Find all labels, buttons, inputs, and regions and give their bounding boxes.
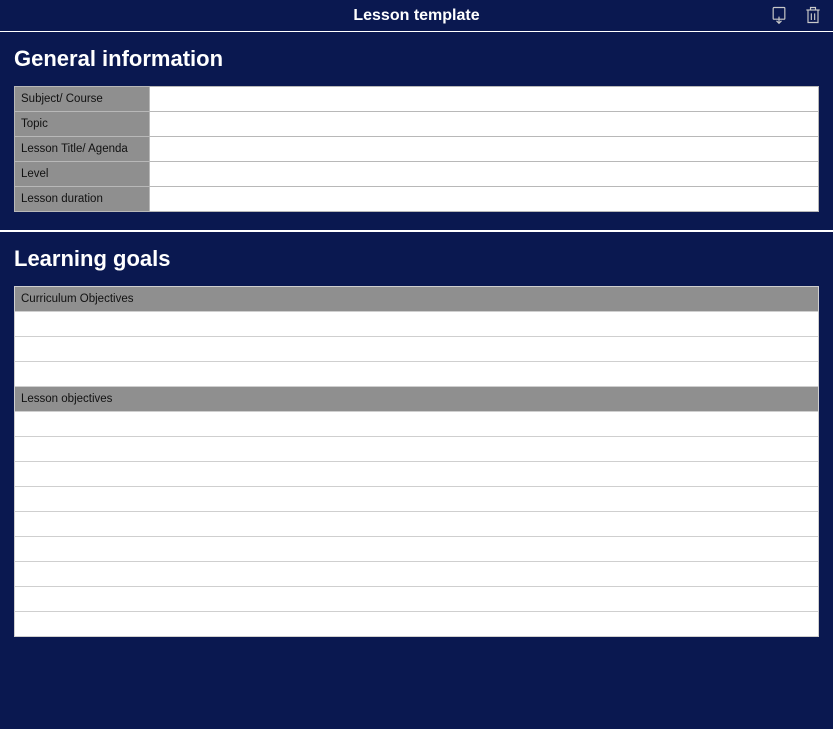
learning-goals-table: Curriculum Objectives Lesson objectives bbox=[14, 286, 819, 637]
table-row: Level bbox=[15, 162, 819, 187]
table-row: Lesson Title/ Agenda bbox=[15, 137, 819, 162]
table-row bbox=[15, 612, 819, 637]
table-row: Topic bbox=[15, 112, 819, 137]
lesson-objective-cell[interactable] bbox=[15, 587, 819, 612]
trash-icon[interactable] bbox=[803, 4, 823, 26]
lesson-objective-cell[interactable] bbox=[15, 512, 819, 537]
row-label: Lesson duration bbox=[15, 187, 150, 212]
row-label: Lesson Title/ Agenda bbox=[15, 137, 150, 162]
row-label: Level bbox=[15, 162, 150, 187]
curriculum-objective-cell[interactable] bbox=[15, 312, 819, 337]
bookmark-icon[interactable] bbox=[769, 4, 789, 26]
general-information-section: General information Subject/ Course Topi… bbox=[0, 32, 833, 230]
lesson-objective-cell[interactable] bbox=[15, 412, 819, 437]
table-row: Lesson objectives bbox=[15, 387, 819, 412]
general-information-title: General information bbox=[14, 46, 819, 72]
table-row bbox=[15, 412, 819, 437]
lesson-objective-cell[interactable] bbox=[15, 612, 819, 637]
lesson-objectives-header: Lesson objectives bbox=[15, 387, 819, 412]
learning-goals-title: Learning goals bbox=[14, 246, 819, 272]
page-title: Lesson template bbox=[12, 7, 821, 25]
row-value[interactable] bbox=[150, 187, 819, 212]
row-label: Subject/ Course bbox=[15, 87, 150, 112]
lesson-objective-cell[interactable] bbox=[15, 562, 819, 587]
table-row: Curriculum Objectives bbox=[15, 287, 819, 312]
table-row bbox=[15, 312, 819, 337]
page-header: Lesson template bbox=[0, 0, 833, 32]
header-actions bbox=[769, 4, 823, 26]
row-value[interactable] bbox=[150, 162, 819, 187]
table-row bbox=[15, 487, 819, 512]
table-row bbox=[15, 437, 819, 462]
row-value[interactable] bbox=[150, 87, 819, 112]
table-row bbox=[15, 587, 819, 612]
lesson-objective-cell[interactable] bbox=[15, 487, 819, 512]
curriculum-objectives-header: Curriculum Objectives bbox=[15, 287, 819, 312]
table-row bbox=[15, 337, 819, 362]
row-label: Topic bbox=[15, 112, 150, 137]
lesson-objective-cell[interactable] bbox=[15, 462, 819, 487]
general-information-table: Subject/ Course Topic Lesson Title/ Agen… bbox=[14, 86, 819, 212]
table-row bbox=[15, 512, 819, 537]
table-row bbox=[15, 462, 819, 487]
table-row bbox=[15, 537, 819, 562]
row-value[interactable] bbox=[150, 112, 819, 137]
table-row: Subject/ Course bbox=[15, 87, 819, 112]
table-row: Lesson duration bbox=[15, 187, 819, 212]
curriculum-objective-cell[interactable] bbox=[15, 362, 819, 387]
table-row bbox=[15, 362, 819, 387]
row-value[interactable] bbox=[150, 137, 819, 162]
table-row bbox=[15, 562, 819, 587]
learning-goals-section: Learning goals Curriculum Objectives Les… bbox=[0, 232, 833, 655]
curriculum-objective-cell[interactable] bbox=[15, 337, 819, 362]
lesson-objective-cell[interactable] bbox=[15, 537, 819, 562]
lesson-objective-cell[interactable] bbox=[15, 437, 819, 462]
